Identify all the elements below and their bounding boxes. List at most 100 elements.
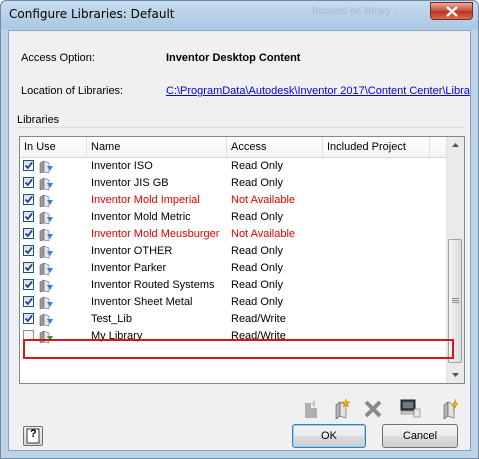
library-icon-disabled xyxy=(305,400,317,418)
column-header-name[interactable]: Name xyxy=(87,137,227,157)
library-name: Inventor JIS GB xyxy=(91,177,169,189)
group-divider xyxy=(17,127,464,128)
library-access: Not Available xyxy=(231,228,296,240)
table-row[interactable]: Inventor OTHER Read Only xyxy=(20,243,448,260)
column-header-included-project[interactable]: Included Project xyxy=(323,137,430,157)
dialog-body: Access Option: Inventor Desktop Content … xyxy=(8,30,471,451)
access-option-value: Inventor Desktop Content xyxy=(166,52,301,64)
scroll-up-button[interactable] xyxy=(448,137,463,153)
library-icon xyxy=(38,227,54,242)
library-name: Inventor Mold Meusburger xyxy=(91,228,220,240)
library-icon xyxy=(38,278,54,293)
ok-button[interactable]: OK xyxy=(292,424,366,448)
help-button[interactable]: ? xyxy=(23,426,43,446)
checkmark-icon xyxy=(24,246,33,255)
create-library-icon xyxy=(335,398,351,420)
location-path-link[interactable]: C:\ProgramData\Autodesk\Inventor 2017\Co… xyxy=(166,85,470,97)
cancel-button[interactable]: Cancel xyxy=(382,424,458,448)
table-row[interactable]: Inventor ISO Read Only xyxy=(20,158,448,175)
title-bar[interactable]: Configure Libraries: Default ... focused… xyxy=(1,1,478,27)
location-label: Location of Libraries: xyxy=(21,85,124,97)
table-row[interactable]: Inventor Mold Imperial Not Available xyxy=(20,192,448,209)
grip-line xyxy=(452,298,459,299)
create-library-button[interactable] xyxy=(330,397,354,421)
library-name: Inventor OTHER xyxy=(91,245,173,257)
window-title: Configure Libraries: Default xyxy=(9,7,175,21)
access-option-label: Access Option: xyxy=(21,52,95,64)
library-name: Test_Lib xyxy=(91,313,132,325)
library-name: Inventor Parker xyxy=(91,262,167,274)
scroll-down-button[interactable] xyxy=(448,367,463,383)
table-row[interactable]: Test_Lib Read/Write xyxy=(20,311,448,328)
libraries-group-label: Libraries xyxy=(17,114,60,126)
configure-libraries-dialog: Configure Libraries: Default ... focused… xyxy=(0,0,479,459)
library-icon xyxy=(38,210,54,225)
migrate-library-button[interactable] xyxy=(438,397,462,421)
in-use-checkbox[interactable] xyxy=(23,194,34,205)
library-icon xyxy=(38,244,54,259)
library-icon xyxy=(38,261,54,276)
close-icon xyxy=(446,6,458,17)
title-behind-text: ... focused on library ... xyxy=(301,6,403,17)
test-lib-highlight-box xyxy=(23,339,454,359)
library-access: Read/Write xyxy=(231,313,286,325)
checkmark-icon xyxy=(24,280,33,289)
column-header-in-use[interactable]: In Use xyxy=(20,137,87,157)
library-access: Read Only xyxy=(231,262,283,274)
import-library-icon xyxy=(400,399,421,418)
scroll-up-icon xyxy=(452,143,459,147)
library-name: Inventor Sheet Metal xyxy=(91,296,193,308)
table-row[interactable]: Inventor JIS GB Read Only xyxy=(20,175,448,192)
close-button[interactable] xyxy=(430,2,473,20)
in-use-checkbox[interactable] xyxy=(23,279,34,290)
library-name: Inventor Mold Metric xyxy=(91,211,191,223)
library-name: Inventor Mold Imperial xyxy=(91,194,200,206)
grip-line xyxy=(452,300,459,301)
list-header: In Use Name Access Included Project xyxy=(20,137,448,158)
migrate-library-icon xyxy=(443,398,459,420)
remove-library-button[interactable] xyxy=(361,397,385,421)
in-use-checkbox[interactable] xyxy=(23,296,34,307)
scroll-down-icon xyxy=(452,373,459,377)
in-use-checkbox[interactable] xyxy=(23,228,34,239)
library-access: Read Only xyxy=(231,296,283,308)
library-access: Read Only xyxy=(231,177,283,189)
in-use-checkbox[interactable] xyxy=(23,313,34,324)
library-icon xyxy=(38,159,54,174)
library-icon xyxy=(38,295,54,310)
help-glyph: ? xyxy=(30,428,37,440)
remove-library-icon xyxy=(364,400,382,418)
library-action-disabled-button xyxy=(300,397,324,421)
checkmark-icon xyxy=(24,297,33,306)
table-row[interactable]: Inventor Parker Read Only xyxy=(20,260,448,277)
in-use-checkbox[interactable] xyxy=(23,211,34,222)
in-use-checkbox[interactable] xyxy=(23,262,34,273)
library-icon xyxy=(38,312,54,327)
library-access: Read Only xyxy=(231,279,283,291)
checkmark-icon xyxy=(24,212,33,221)
table-row[interactable]: Inventor Sheet Metal Read Only xyxy=(20,294,448,311)
checkmark-icon xyxy=(24,263,33,272)
import-library-button[interactable] xyxy=(398,397,422,421)
checkmark-icon xyxy=(24,314,33,323)
library-name: Inventor Routed Systems xyxy=(91,279,215,291)
checkmark-icon xyxy=(24,195,33,204)
column-header-access[interactable]: Access xyxy=(227,137,323,157)
grip-line xyxy=(452,302,459,303)
checkmark-icon xyxy=(24,178,33,187)
library-access: Not Available xyxy=(231,194,296,206)
library-name: Inventor ISO xyxy=(91,160,153,172)
table-row[interactable]: Inventor Routed Systems Read Only xyxy=(20,277,448,294)
library-access: Read Only xyxy=(231,211,283,223)
library-icon xyxy=(38,176,54,191)
table-row[interactable]: Inventor Mold Meusburger Not Available xyxy=(20,226,448,243)
checkmark-icon xyxy=(24,229,33,238)
library-access: Read Only xyxy=(231,160,283,172)
library-icon xyxy=(38,193,54,208)
table-row[interactable]: Inventor Mold Metric Read Only xyxy=(20,209,448,226)
in-use-checkbox[interactable] xyxy=(23,160,34,171)
library-access: Read Only xyxy=(231,245,283,257)
in-use-checkbox[interactable] xyxy=(23,245,34,256)
checkmark-icon xyxy=(24,161,33,170)
in-use-checkbox[interactable] xyxy=(23,177,34,188)
